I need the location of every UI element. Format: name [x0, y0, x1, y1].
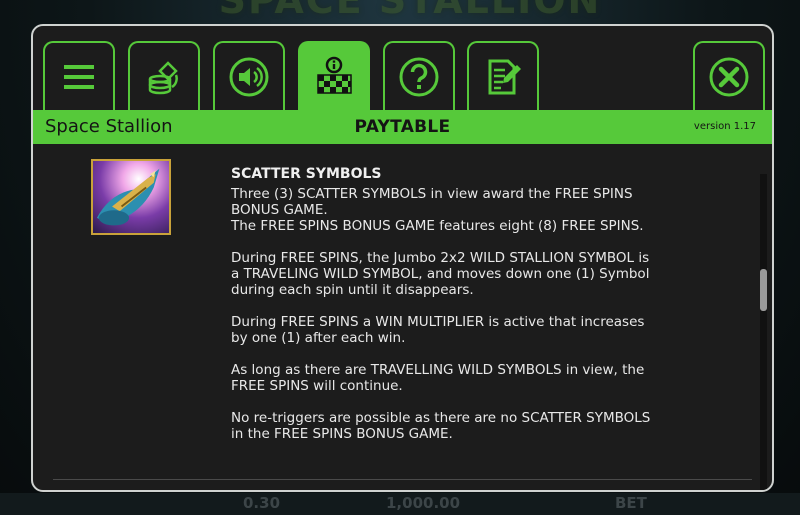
- tab-help[interactable]: [383, 41, 455, 110]
- scrollbar-track[interactable]: [760, 174, 767, 490]
- tab-paytable[interactable]: [298, 41, 370, 110]
- paragraph-free-spins-continue: As long as there are TRAVELLING WILD SYM…: [231, 362, 645, 394]
- scrollbar-thumb[interactable]: [760, 269, 767, 311]
- paragraph-no-retriggers: No re-triggers are possible as there are…: [231, 410, 651, 442]
- menu-tabs: [33, 26, 772, 110]
- tab-menu[interactable]: [43, 41, 115, 110]
- paragraph-win-multiplier: During FREE SPINS a WIN MULTIPLIER is ac…: [231, 314, 645, 346]
- scatter-symbol-icon: [91, 159, 171, 235]
- section-heading: SCATTER SYMBOLS: [231, 166, 382, 182]
- close-icon: [709, 57, 749, 96]
- history-icon: [488, 59, 521, 94]
- background-game-title: SPACE STALLION: [218, 0, 602, 22]
- tab-sound[interactable]: [213, 41, 285, 110]
- menu-icon: [64, 64, 94, 89]
- background-bottom-bar: 0.30 1,000.00 BET: [0, 493, 800, 515]
- title-bar: Space Stallion PAYTABLE version 1.17: [33, 110, 772, 144]
- section-text: Three (3) SCATTER SYMBOLS in view award …: [231, 186, 731, 458]
- version-label: version 1.17: [693, 121, 756, 132]
- background-balance-value: 1,000.00: [386, 494, 461, 512]
- scatter-rocket-graphic: [96, 168, 160, 226]
- paragraph-scatter-award: Three (3) SCATTER SYMBOLS in view award …: [231, 186, 644, 234]
- bet-settings-icon: [148, 60, 178, 94]
- tab-bet-settings[interactable]: [128, 41, 200, 110]
- sound-icon: [229, 57, 269, 96]
- close-button[interactable]: [693, 41, 765, 110]
- paragraph-traveling-wild: During FREE SPINS, the Jumbo 2x2 WILD ST…: [231, 250, 650, 298]
- help-icon: [399, 57, 439, 96]
- paytable-content: SCATTER SYMBOLS Three (3) SCATTER SYMBOL…: [33, 144, 772, 490]
- background-bet-label: BET: [615, 494, 647, 512]
- tab-history[interactable]: [467, 41, 539, 110]
- paytable-dialog: Space Stallion PAYTABLE version 1.17 SCA…: [31, 24, 774, 492]
- paytable-info-icon: [317, 56, 352, 94]
- background-bet-value: 0.30: [243, 494, 281, 512]
- panel-title: PAYTABLE: [354, 117, 451, 137]
- bottom-divider: [53, 479, 752, 480]
